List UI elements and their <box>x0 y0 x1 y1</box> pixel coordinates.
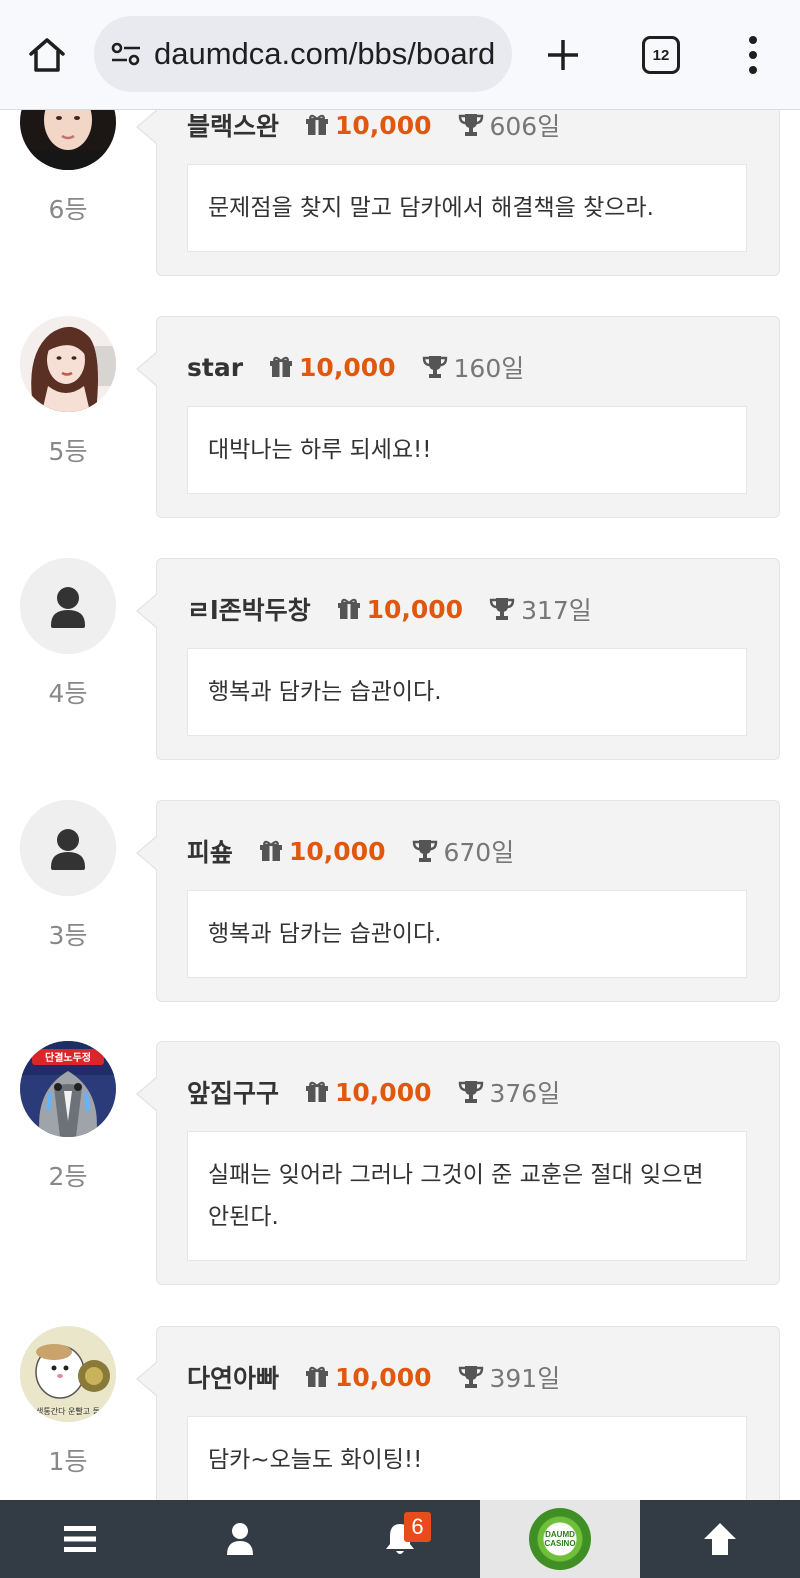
nav-user-button[interactable] <box>160 1500 320 1578</box>
comment-message: 대박나는 하루 되세요!! <box>187 406 747 494</box>
hamburger-icon <box>64 1526 96 1552</box>
points-value: 10,000 <box>335 1362 432 1392</box>
avatar[interactable] <box>20 558 116 654</box>
address-bar[interactable]: daumdca.com/bbs/board <box>94 16 512 92</box>
home-icon <box>29 38 65 72</box>
points-value: 10,000 <box>366 594 464 624</box>
avatar[interactable] <box>20 316 116 412</box>
comment-meta: 블랙스완 10,000 606일 <box>187 105 560 145</box>
logo-text-line2: CASINO <box>544 1539 576 1548</box>
comment-meta: 피숖 10,000 670일 <box>187 831 514 871</box>
url-text[interactable]: daumdca.com/bbs/board <box>154 36 495 72</box>
avatar[interactable] <box>20 800 116 896</box>
days-value: 317일 <box>521 596 592 625</box>
comment-message: 실패는 잊어라 그러나 그것이 준 교훈은 절대 잊으면 안된다. <box>187 1131 747 1261</box>
nickname[interactable]: 앞집구구 <box>187 1074 279 1110</box>
trophy-icon <box>412 838 438 864</box>
points-value: 10,000 <box>299 352 396 382</box>
menu-dot <box>749 66 757 74</box>
comment-message: 행복과 담카는 습관이다. <box>187 648 747 736</box>
gift-icon <box>269 355 293 379</box>
user-icon <box>20 800 116 896</box>
avatar-text: 단결노두정 <box>45 1051 91 1064</box>
days-value: 376일 <box>489 1079 561 1108</box>
nav-home-logo[interactable]: DAUMD CASINO <box>480 1500 640 1578</box>
user-icon <box>227 1523 253 1555</box>
nickname[interactable]: ㄹl존박두창 <box>187 591 311 627</box>
rank-label: 4등 <box>48 679 88 708</box>
days-value: 160일 <box>453 354 525 383</box>
comment-message: 담카~오늘도 화이팅!! <box>187 1416 747 1504</box>
comment-bubble: 피숖 10,000 670일 행복과 담카는 습관이다. <box>136 800 780 1002</box>
nickname[interactable]: 다연아빠 <box>187 1359 279 1395</box>
logo-text-line1: DAUMD <box>545 1530 575 1539</box>
menu-dot <box>749 51 757 59</box>
arrow-up-icon <box>704 1523 736 1555</box>
notification-badge: 6 <box>404 1512 431 1542</box>
comment-meta: star 10,000 160일 <box>187 347 524 387</box>
nav-top-button[interactable] <box>640 1500 800 1578</box>
plus-icon <box>548 40 578 70</box>
rank-label: 5등 <box>48 437 88 466</box>
menu-dot <box>749 36 757 44</box>
comment-message: 문제점을 찾지 말고 담카에서 해결책을 찾으라. <box>187 164 747 252</box>
trophy-icon <box>489 596 515 622</box>
nickname[interactable]: 피숖 <box>187 833 233 869</box>
comment-meta: 다연아빠 10,000 391일 <box>187 1357 560 1397</box>
trophy-icon <box>458 1364 484 1390</box>
comment-bubble: 다연아빠 10,000 391일 담카~오늘도 화이팅!! <box>136 1326 780 1528</box>
gift-icon <box>259 839 283 863</box>
browser-toolbar: daumdca.com/bbs/board 12 <box>0 0 800 110</box>
trophy-icon <box>458 1079 484 1105</box>
site-logo[interactable]: DAUMD CASINO <box>529 1508 591 1570</box>
rank-label: 6등 <box>48 195 88 224</box>
user-icon <box>20 558 116 654</box>
home-button[interactable] <box>22 32 72 78</box>
days-value: 670일 <box>443 838 515 867</box>
rank-label: 2등 <box>48 1162 88 1191</box>
bottom-nav: 6 DAUMD CASINO <box>0 1500 800 1578</box>
comment-bubble: star 10,000 160일 대박나는 하루 되세요!! <box>136 316 780 518</box>
trophy-icon <box>458 112 484 138</box>
gift-icon <box>305 1365 329 1389</box>
nickname[interactable]: star <box>187 353 243 382</box>
trophy-icon <box>422 354 448 380</box>
tab-switcher-button[interactable]: 12 <box>642 36 680 74</box>
new-tab-button[interactable] <box>540 32 586 78</box>
nav-notification-button[interactable]: 6 <box>320 1500 480 1578</box>
comment-message: 행복과 담카는 습관이다. <box>187 890 747 978</box>
comment-meta: 앞집구구 10,000 376일 <box>187 1072 560 1112</box>
gift-icon <box>305 1080 329 1104</box>
site-settings-icon[interactable] <box>94 16 158 92</box>
comment-list: 6등 블랙스완 10,000 606일 문제점을 찾지 말고 담카에서 해결책을… <box>0 0 800 1578</box>
comment-bubble: 앞집구구 10,000 376일 실패는 잊어라 그러나 그것이 준 교훈은 절… <box>136 1041 780 1285</box>
nav-menu-button[interactable] <box>0 1500 160 1578</box>
comment-meta: ㄹl존박두창 10,000 317일 <box>187 589 592 629</box>
avatar[interactable]: 생통간다 운빨고 돌 <box>20 1326 116 1422</box>
comment-bubble: ㄹl존박두창 10,000 317일 행복과 담카는 습관이다. <box>136 558 780 760</box>
days-value: 391일 <box>489 1364 561 1393</box>
points-value: 10,000 <box>289 836 386 866</box>
more-menu-button[interactable] <box>738 32 768 78</box>
points-value: 10,000 <box>335 110 432 140</box>
gift-icon <box>305 113 329 137</box>
rank-label: 3등 <box>48 921 88 950</box>
nickname[interactable]: 블랙스완 <box>187 107 279 143</box>
rank-label: 1등 <box>48 1447 88 1476</box>
avatar[interactable]: 단결노두정 <box>20 1041 116 1137</box>
gift-icon <box>337 597 361 621</box>
days-value: 606일 <box>489 112 561 141</box>
points-value: 10,000 <box>335 1077 432 1107</box>
avatar-text: 생통간다 운빨고 돌 <box>36 1406 100 1416</box>
